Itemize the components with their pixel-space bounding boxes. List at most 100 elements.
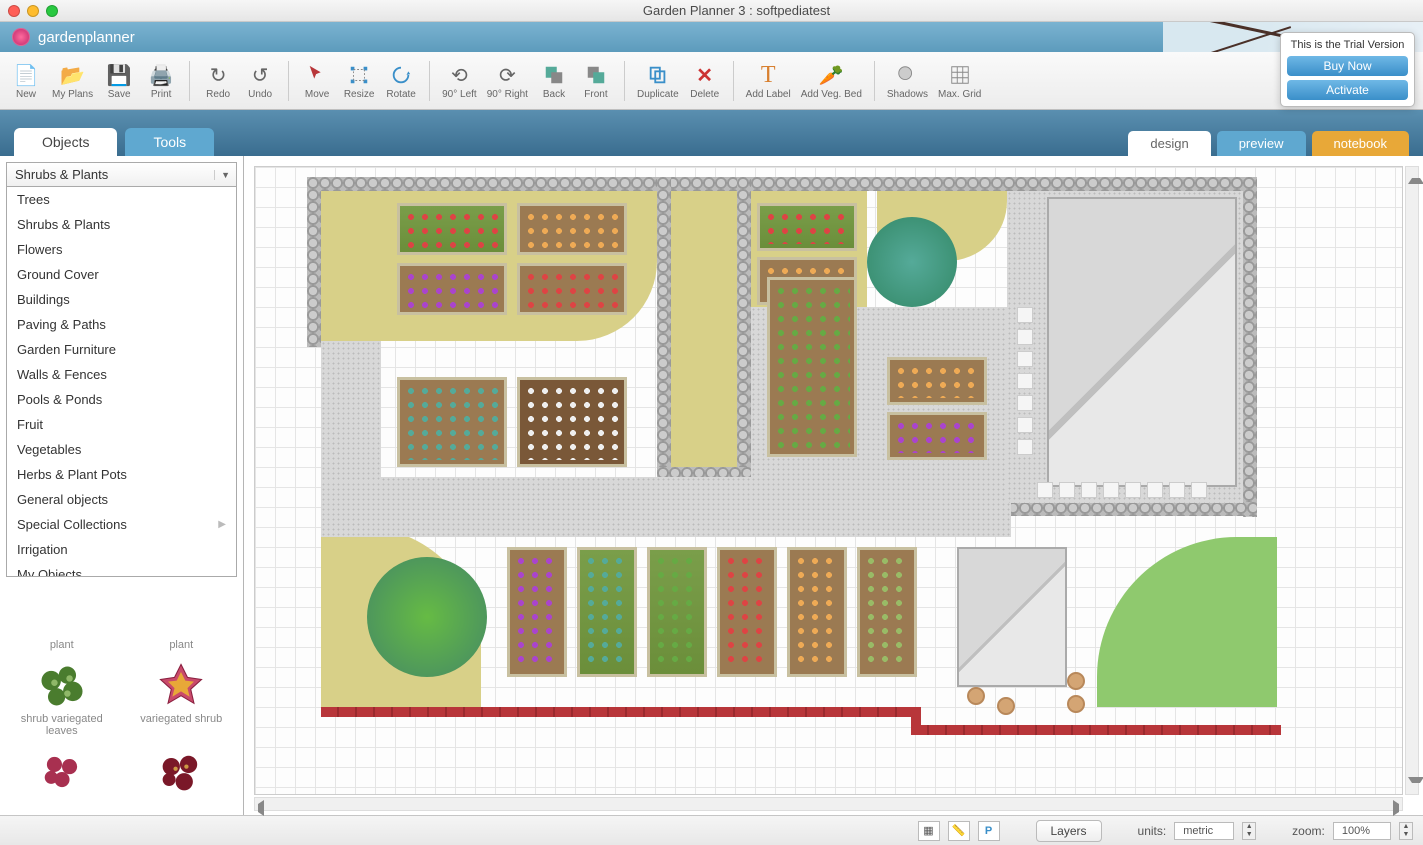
category-item[interactable]: General objects [7, 487, 236, 512]
category-item[interactable]: Flowers [7, 237, 236, 262]
category-item[interactable]: Special Collections▶ [7, 512, 236, 537]
app-logo-icon [12, 28, 30, 46]
trial-popup: This is the Trial Version Buy Now Activa… [1280, 32, 1415, 107]
category-item[interactable]: Walls & Fences [7, 362, 236, 387]
tab-objects[interactable]: Objects [14, 128, 117, 156]
duplicate-button[interactable]: Duplicate [633, 56, 683, 106]
add-label-button[interactable]: TAdd Label [742, 56, 795, 106]
grid-icon [949, 61, 971, 89]
vertical-scrollbar[interactable] [1405, 166, 1419, 795]
print-button[interactable]: 🖨️Print [141, 56, 181, 106]
buy-now-button[interactable]: Buy Now [1287, 56, 1408, 76]
cursor-icon [306, 61, 328, 89]
window-controls [8, 5, 58, 17]
palette-item-shrub-3[interactable] [12, 745, 112, 799]
tab-design[interactable]: design [1128, 131, 1210, 156]
category-item[interactable]: Trees [7, 187, 236, 212]
category-item[interactable]: Buildings [7, 287, 236, 312]
grid-toggle-icon[interactable]: ▦ [918, 821, 940, 841]
undo-icon: ↺ [252, 61, 269, 89]
palette-item-shrub-4[interactable] [131, 745, 231, 799]
delete-icon: ✕ [696, 61, 713, 89]
category-item[interactable]: Ground Cover [7, 262, 236, 287]
main-toolbar: 📄New 📂My Plans 💾Save 🖨️Print ↻Redo ↺Undo… [0, 52, 1423, 110]
p-toggle[interactable]: P [978, 821, 1000, 841]
brand-bar: gardenplanner [0, 22, 1423, 52]
units-select[interactable]: metric [1174, 822, 1234, 840]
category-item[interactable]: Herbs & Plant Pots [7, 462, 236, 487]
delete-button[interactable]: ✕Delete [685, 56, 725, 106]
rotate-left-button[interactable]: ⟲90° Left [438, 56, 481, 106]
rotate-left-icon: ⟲ [451, 61, 468, 89]
trial-message: This is the Trial Version [1287, 39, 1408, 51]
rotate-button[interactable]: Rotate [381, 56, 421, 106]
category-dropdown[interactable]: Shrubs & Plants [6, 162, 237, 187]
category-item[interactable]: Garden Furniture [7, 337, 236, 362]
move-button[interactable]: Move [297, 56, 337, 106]
text-icon: T [761, 61, 776, 89]
design-canvas-area [244, 156, 1423, 815]
shadows-toggle[interactable]: Shadows [883, 56, 932, 106]
category-item[interactable]: Irrigation [7, 537, 236, 562]
palette-label: plant [169, 639, 193, 651]
objects-sidebar: Shrubs & Plants TreesShrubs & PlantsFlow… [0, 156, 244, 815]
rotate-right-button[interactable]: ⟳90° Right [483, 56, 532, 106]
folder-icon: 📂 [60, 61, 85, 89]
rotate-icon [390, 61, 412, 89]
category-item[interactable]: Vegetables [7, 437, 236, 462]
zoom-value[interactable]: 100% [1333, 822, 1391, 840]
units-label: units: [1138, 824, 1167, 838]
shadow-icon [896, 61, 918, 89]
palette-label: plant [50, 639, 74, 651]
app-name: gardenplanner [38, 29, 135, 46]
layers-button[interactable]: Layers [1036, 820, 1102, 842]
units-stepper[interactable]: ▲▼ [1242, 822, 1256, 840]
front-icon [585, 61, 607, 89]
category-item[interactable]: Paving & Paths [7, 312, 236, 337]
send-back-button[interactable]: Back [534, 56, 574, 106]
category-item[interactable]: Fruit [7, 412, 236, 437]
rotate-right-icon: ⟳ [499, 61, 516, 89]
palette-item-variegated-shrub[interactable]: variegated shrub [131, 659, 231, 737]
horizontal-scrollbar[interactable] [254, 797, 1403, 811]
palette-item-plant-2[interactable]: plant [131, 585, 231, 651]
window-title: Garden Planner 3 : softpediatest [58, 3, 1415, 18]
save-button[interactable]: 💾Save [99, 56, 139, 106]
resize-button[interactable]: Resize [339, 56, 379, 106]
tab-strip: Objects Tools design preview notebook [0, 110, 1423, 156]
zoom-window-button[interactable] [46, 5, 58, 17]
category-item[interactable]: My Objects [7, 562, 236, 577]
status-bar: ▦ 📏 P Layers units: metric ▲▼ zoom: 100%… [0, 815, 1423, 845]
new-button[interactable]: 📄New [6, 56, 46, 106]
palette-item-shrub-variegated[interactable]: shrub variegated leaves [12, 659, 112, 737]
redo-icon: ↻ [210, 61, 227, 89]
ruler-toggle-icon[interactable]: 📏 [948, 821, 970, 841]
palette-label: variegated shrub [140, 713, 222, 725]
tab-preview[interactable]: preview [1217, 131, 1306, 156]
duplicate-icon [647, 61, 669, 89]
max-grid-toggle[interactable]: Max. Grid [934, 56, 985, 106]
palette-item-plant-1[interactable]: plant [12, 585, 112, 651]
minimize-window-button[interactable] [27, 5, 39, 17]
tab-tools[interactable]: Tools [125, 128, 214, 156]
category-item[interactable]: Pools & Ponds [7, 387, 236, 412]
category-item[interactable]: Shrubs & Plants [7, 212, 236, 237]
design-canvas[interactable] [254, 166, 1403, 795]
activate-button[interactable]: Activate [1287, 80, 1408, 100]
document-icon: 📄 [14, 61, 39, 89]
object-palette: plant plant shrub variegated leaves vari… [0, 577, 243, 815]
vegetable-icon: 🥕 [819, 61, 844, 89]
zoom-stepper[interactable]: ▲▼ [1399, 822, 1413, 840]
redo-button[interactable]: ↻Redo [198, 56, 238, 106]
undo-button[interactable]: ↺Undo [240, 56, 280, 106]
close-window-button[interactable] [8, 5, 20, 17]
window-titlebar: Garden Planner 3 : softpediatest [0, 0, 1423, 22]
resize-icon [348, 61, 370, 89]
back-icon [543, 61, 565, 89]
my-plans-button[interactable]: 📂My Plans [48, 56, 97, 106]
tab-notebook[interactable]: notebook [1312, 131, 1410, 156]
save-icon: 💾 [107, 61, 132, 89]
bring-front-button[interactable]: Front [576, 56, 616, 106]
add-veg-bed-button[interactable]: 🥕Add Veg. Bed [797, 56, 866, 106]
zoom-label: zoom: [1292, 824, 1325, 838]
